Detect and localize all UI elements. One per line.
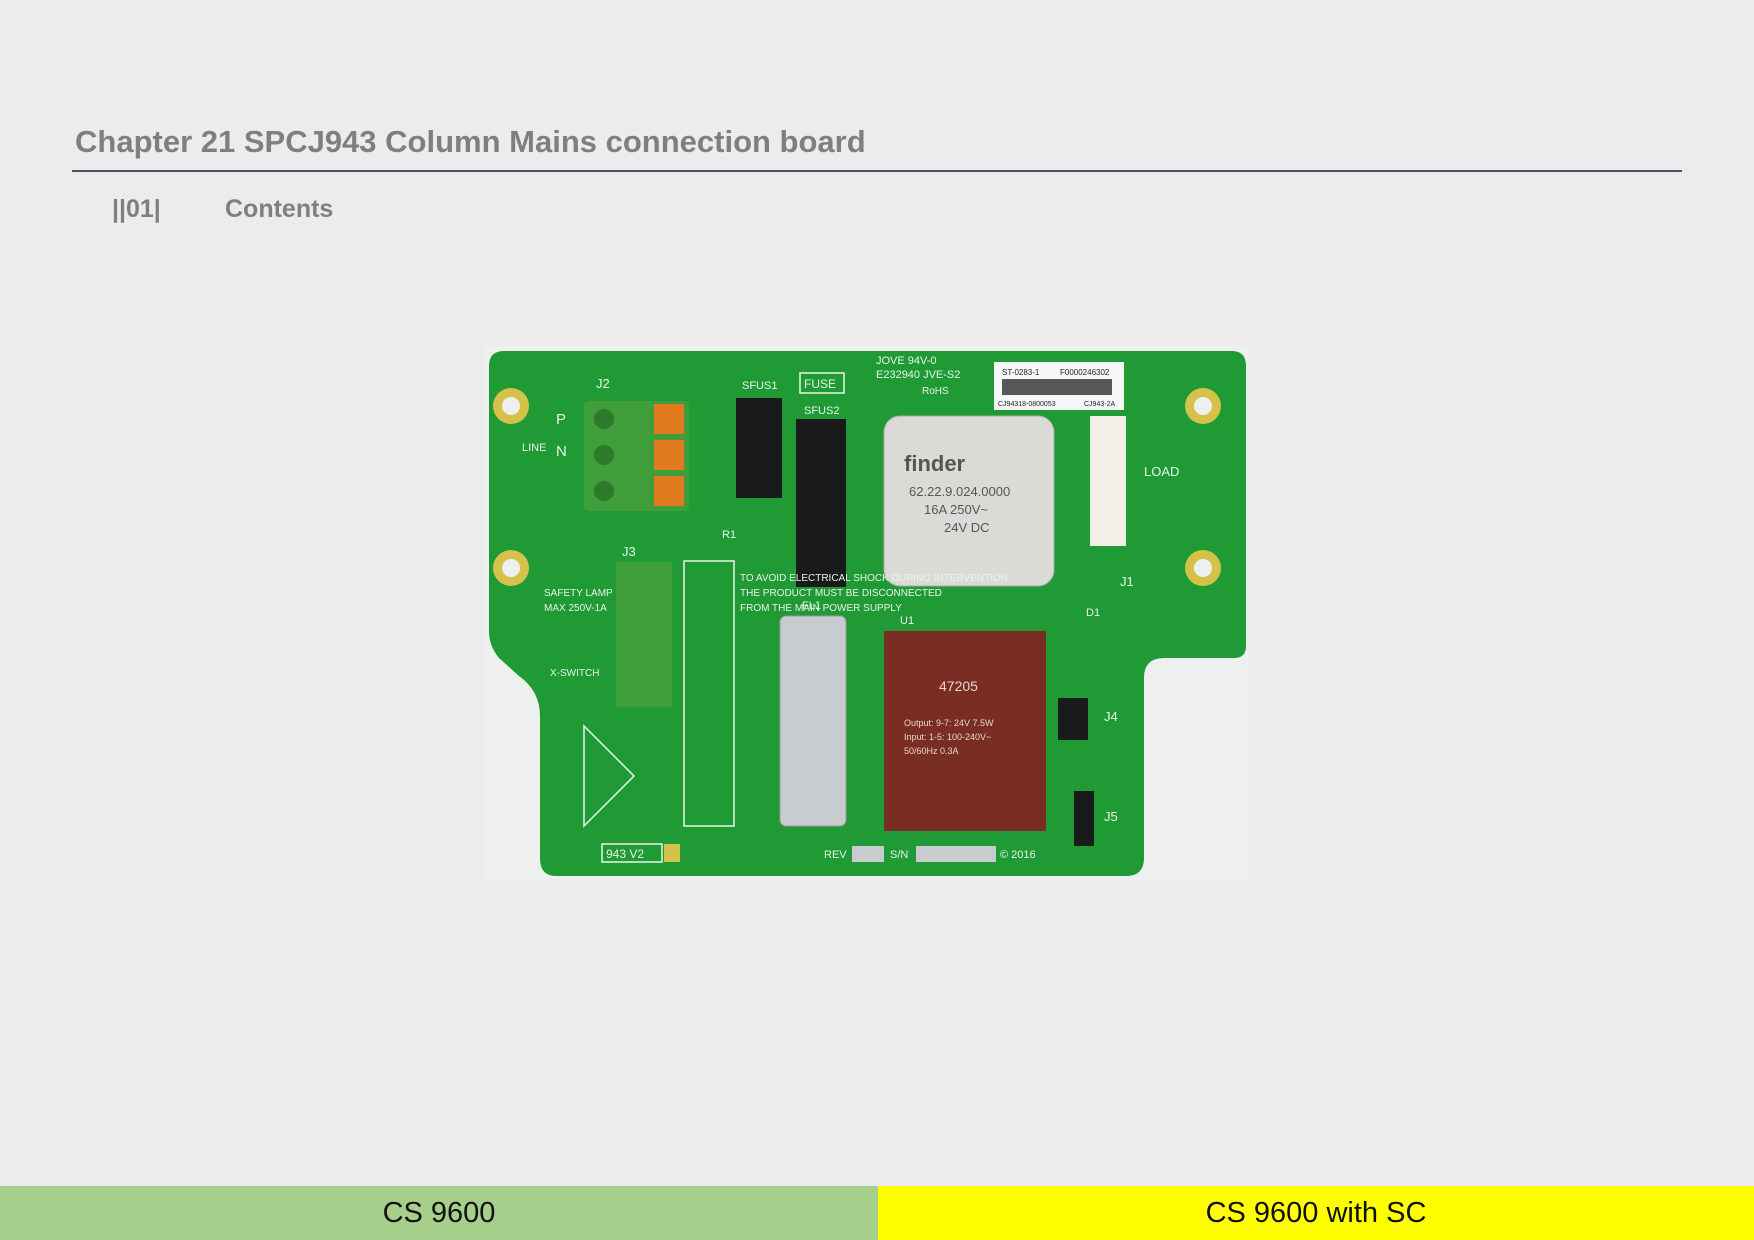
jove-marking-2: E232940 JVE-S2: [876, 369, 960, 381]
label-sfus1: SFUS1: [742, 380, 777, 392]
label-j5: J5: [1104, 809, 1118, 824]
j5-connector: [1074, 791, 1094, 846]
svg-text:ST-0283-1: ST-0283-1: [1002, 368, 1040, 377]
svg-text:finder: finder: [904, 451, 966, 476]
u1-transformer: 47205 Output: 9-7: 24V 7.5W Input: 1-5: …: [884, 631, 1046, 831]
warning-line-2: THE PRODUCT MUST BE DISCONNECTED: [740, 588, 942, 599]
section-title: Contents: [225, 195, 334, 223]
pcb-photo: J2 P N LINE SFUS1 FUSE SFUS2 JOVE 94V-0 …: [484, 346, 1248, 881]
label-j3: J3: [622, 544, 636, 559]
version-pad: [664, 844, 680, 862]
label-j4: J4: [1104, 709, 1118, 724]
label-j1: J1: [1120, 574, 1134, 589]
label-copyright: © 2016: [1000, 849, 1036, 861]
svg-text:24V DC: 24V DC: [944, 520, 990, 535]
rev-field: [852, 846, 884, 862]
footer-model-cs9600: CS 9600: [0, 1186, 878, 1240]
svg-text:Output: 9-7: 24V 7.5W: Output: 9-7: 24V 7.5W: [904, 718, 994, 728]
rohs-marking: RoHS: [922, 386, 949, 397]
j1-load-connector: [1090, 416, 1126, 546]
section-number: ||01|: [112, 195, 161, 223]
label-board-version: 943 V2: [606, 847, 644, 861]
j4-connector: [1058, 698, 1088, 740]
svg-text:CJ943-2A: CJ943-2A: [1084, 401, 1115, 408]
label-p: P: [556, 411, 566, 428]
label-sn: S/N: [890, 849, 908, 861]
label-sfus2: SFUS2: [804, 405, 839, 417]
j2-terminal-block: [584, 401, 689, 511]
label-j2: J2: [596, 376, 610, 391]
svg-text:CJ94318-0800053: CJ94318-0800053: [998, 401, 1056, 408]
fuse-holder-sfus2: [796, 419, 846, 587]
svg-text:62.22.9.024.0000: 62.22.9.024.0000: [909, 484, 1010, 499]
footer-model-cs9600-sc: CS 9600 with SC: [878, 1186, 1754, 1240]
chapter-title: Chapter 21 SPCJ943 Column Mains connecti…: [75, 124, 866, 159]
pcb-illustration: J2 P N LINE SFUS1 FUSE SFUS2 JOVE 94V-0 …: [489, 351, 1246, 876]
barcode-label: ST-0283-1 F0000246302 CJ94318-0800053 CJ…: [994, 362, 1124, 410]
label-safety-lamp: SAFETY LAMP: [544, 588, 613, 599]
finder-relay: finder 62.22.9.024.0000 16A 250V~ 24V DC: [883, 415, 1055, 587]
label-n: N: [556, 443, 567, 460]
label-line: LINE: [522, 442, 546, 454]
svg-text:Input: 1-5: 100-240V~: Input: 1-5: 100-240V~: [904, 732, 991, 742]
label-rev: REV: [824, 849, 847, 861]
label-r1: R1: [722, 529, 736, 541]
svg-text:F0000246302: F0000246302: [1060, 368, 1110, 377]
label-load: LOAD: [1144, 464, 1179, 479]
label-d1: D1: [1086, 607, 1100, 619]
label-fuse: FUSE: [804, 377, 836, 391]
svg-text:50/60Hz 0.3A: 50/60Hz 0.3A: [904, 746, 959, 756]
fuse-holder-sfus1: [736, 398, 782, 498]
title-divider: [72, 170, 1682, 172]
svg-text:47205: 47205: [939, 678, 978, 694]
fl1-filter: [779, 615, 847, 827]
label-x-switch: X-SWITCH: [550, 668, 599, 679]
serial-number-field: [916, 846, 996, 862]
label-fl1: FL1: [802, 600, 821, 612]
warning-line-1: TO AVOID ELECTRICAL SHOCK DURING INTERVE…: [740, 573, 1008, 584]
jove-marking: JOVE 94V-0: [876, 355, 937, 367]
warning-line-3: FROM THE MAIN POWER SUPPLY: [740, 603, 902, 614]
label-max-rating: MAX 250V-1A: [544, 603, 607, 614]
svg-text:16A 250V~: 16A 250V~: [924, 502, 988, 517]
j3-terminal-block: [616, 562, 672, 707]
label-u1: U1: [900, 615, 914, 627]
footer-bar: CS 9600 CS 9600 with SC: [0, 1186, 1754, 1240]
